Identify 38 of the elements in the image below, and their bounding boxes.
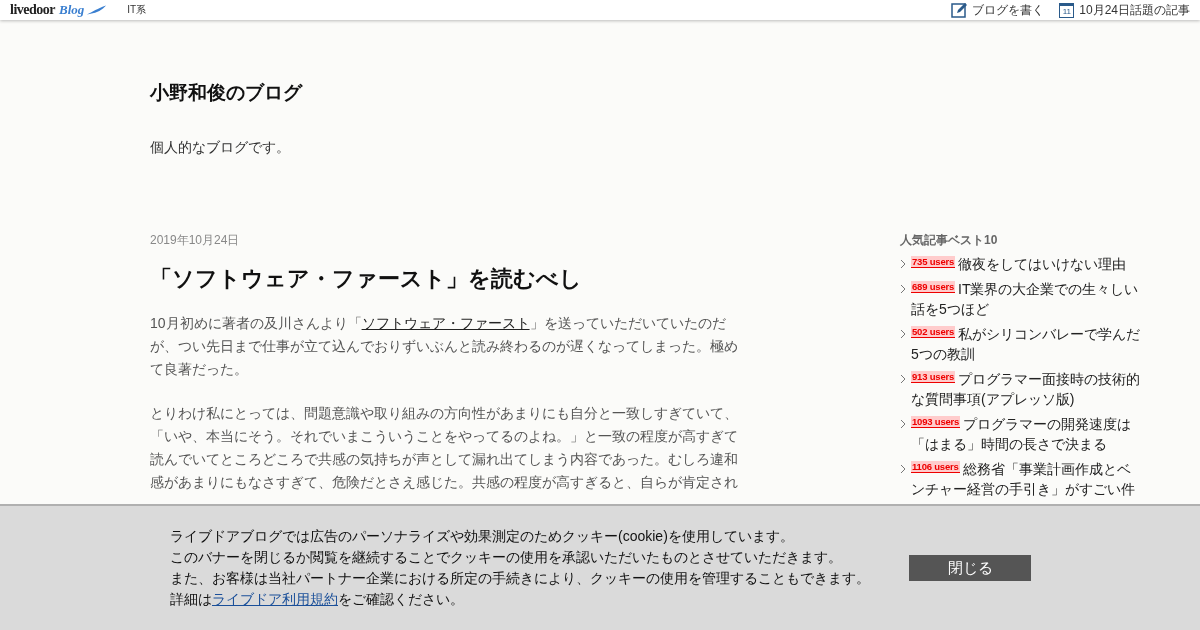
top-action[interactable]: ブログを書く bbox=[951, 1, 1045, 19]
popular-article-link[interactable]: $^{1106 users}$ 総務省「事業計画作成とベンチャー経営の手引き」がすごい件 bbox=[911, 459, 1143, 499]
banner-text: このバナーを閉じるか閲覧を継続することでクッキーの使用を承認いただいたものとさせていただきます。 bbox=[170, 548, 843, 567]
chevron-icon bbox=[900, 419, 906, 429]
popular-article-link[interactable]: $^{735 users}$ 徹夜をしてはいけない理由 bbox=[911, 254, 1143, 274]
popular-article-link[interactable]: $^{689 users}$ IT業界の大企業での生々しい話を5つほど bbox=[911, 279, 1143, 319]
banner-text: また、お客様は当社パートナー企業における所定の手続きにより、クッキーの使用を管理することもできます。 bbox=[170, 569, 871, 588]
article-paragraph: 10月初めに著者の及川さんより「ソフトウェア・ファースト」を送っていただいていたのだが、つい先日まで仕事が立て込んでおりずいぶんと読み終わるのが遅くなってしまった。極めて良著だった。 bbox=[150, 314, 739, 379]
chevron-icon bbox=[900, 464, 906, 474]
user-count-badge: 1093 users bbox=[911, 416, 961, 428]
chevron-icon bbox=[900, 329, 906, 339]
article-date: 2019年10月24日 bbox=[150, 232, 241, 249]
popular-article-link[interactable]: $^{502 users}$ 私がシリコンバレーで学んだ5つの教訓 bbox=[911, 324, 1143, 364]
sidebar-heading: 人気記事ベスト10 bbox=[900, 232, 999, 249]
logo[interactable]: livedoor Blog bbox=[10, 2, 108, 18]
banner-text: ライブドアブログでは広告のパーソナライズや効果測定のためクッキー(cookie)を使用しています。 bbox=[170, 527, 795, 546]
edit-icon bbox=[951, 2, 968, 18]
blog-description: 個人的なブログです。 bbox=[150, 139, 291, 157]
category-link[interactable]: IT系 bbox=[127, 3, 147, 17]
chevron-icon bbox=[900, 259, 906, 269]
user-count-badge: 689 users bbox=[911, 281, 956, 293]
banner-text: 詳細はライブドア利用規約をご確認ください。 bbox=[170, 590, 465, 609]
popular-article-link[interactable]: $^{913 users}$ プログラマー面接時の技術的な質問事項(アプレッソ版) bbox=[911, 369, 1143, 409]
article-paragraph: とりわけ私にとっては、問題意識や取り組みの方向性があまりにも自分と一致しすぎていて、「いや、本当にそう。それでいまこういうことをやってるのよね。」と一致の程度が高すぎて読んでいてところどころで共感の気持ちが声として漏れ出てしまう内容であった。むしろ違和感があまりにもなさすぎて、危険だとさえ感じた。共感の程度が高すぎると、自らが肯定され bbox=[150, 404, 739, 492]
user-count-badge: 735 users bbox=[911, 256, 956, 268]
article-link[interactable]: ソフトウェア・ファースト bbox=[361, 315, 530, 331]
user-count-badge: 913 users bbox=[911, 371, 956, 383]
blog-title[interactable]: 小野和俊のブログ bbox=[150, 80, 1050, 106]
terms-link[interactable]: ライブドア利用規約 bbox=[212, 591, 338, 607]
user-count-badge: 502 users bbox=[911, 326, 956, 338]
calendar-icon: 11 bbox=[1059, 2, 1075, 18]
close-button[interactable]: 閉じる bbox=[909, 555, 1031, 581]
user-count-badge: 1106 users bbox=[911, 461, 960, 473]
chevron-icon bbox=[900, 374, 906, 384]
top-action[interactable]: 11 10月24日話題の記事 bbox=[1059, 1, 1190, 19]
popular-article-link[interactable]: $^{1093 users}$ プログラマーの開発速度は「はまる」時間の長さで決まる bbox=[911, 414, 1143, 454]
article-title[interactable]: 「ソフトウェア・ファースト」を読むべし bbox=[150, 264, 740, 294]
chevron-icon bbox=[900, 284, 906, 294]
